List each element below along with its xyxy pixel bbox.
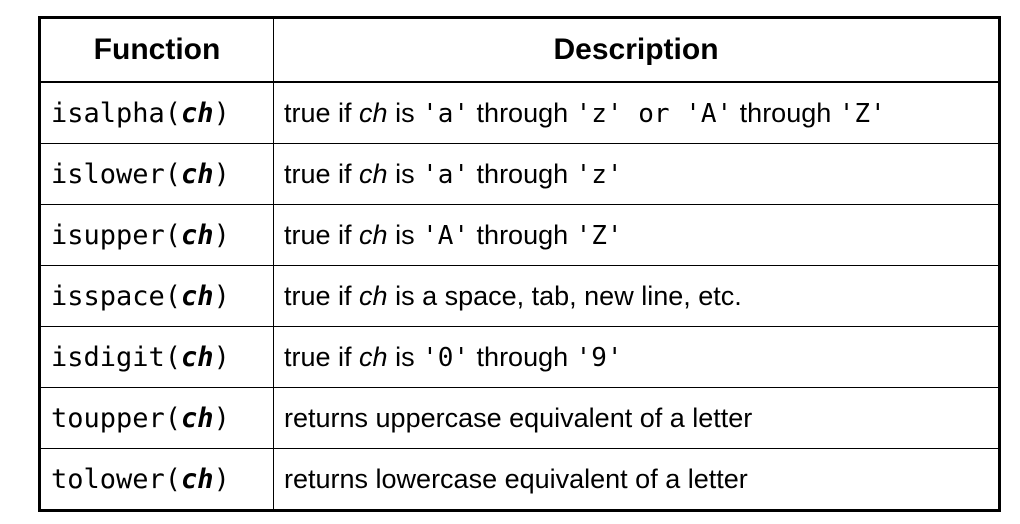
table-row: isdigit(ch) true if ch is '0' through '9… — [39, 326, 1000, 388]
table-body: isalpha(ch) true if ch is 'a' through 'z… — [39, 81, 1000, 511]
code-literal: 'a' — [422, 98, 470, 129]
description-text: true if — [284, 97, 360, 128]
function-close-paren: ) — [213, 463, 230, 495]
description-text: true if — [284, 219, 360, 250]
description-text: returns lowercase equivalent of a letter — [284, 463, 748, 494]
function-close-paren: ) — [213, 402, 230, 434]
description-text: through — [469, 97, 576, 128]
function-cell: toupper(ch) — [39, 387, 274, 449]
code-literal: 'z' or 'A' — [575, 98, 733, 129]
description-text: true if — [284, 280, 360, 311]
description-cell: true if ch is 'a' through 'z' or 'A' thr… — [273, 81, 1000, 144]
table-row: toupper(ch) returns uppercase equivalent… — [39, 387, 1000, 449]
description-cell: returns lowercase equivalent of a letter — [273, 448, 1000, 511]
description-text: through — [469, 219, 576, 250]
header-function: Function — [39, 17, 274, 83]
description-text: through — [469, 158, 576, 189]
function-cell: tolower(ch) — [39, 448, 274, 511]
function-close-paren: ) — [213, 341, 230, 373]
function-name: toupper( — [51, 402, 182, 434]
function-cell: islower(ch) — [39, 143, 274, 205]
code-literal: 'z' — [575, 159, 623, 190]
function-cell: isalpha(ch) — [39, 81, 274, 144]
function-name: isspace( — [51, 280, 182, 312]
function-close-paren: ) — [213, 219, 230, 251]
function-table: Function Description isalpha(ch) true if… — [38, 16, 1001, 512]
code-literal: '9' — [575, 342, 623, 373]
code-literal: 'Z' — [838, 98, 886, 129]
function-close-paren: ) — [213, 97, 230, 129]
description-text: is — [387, 158, 423, 189]
description-text: is a space, tab, new line, etc. — [387, 280, 742, 311]
function-name: tolower( — [51, 463, 182, 495]
description-text: through — [469, 341, 576, 372]
function-arg: ch — [181, 280, 214, 312]
header-description: Description — [273, 17, 1000, 83]
function-name: isupper( — [51, 219, 182, 251]
function-cell: isdigit(ch) — [39, 326, 274, 388]
table-row: tolower(ch) returns lowercase equivalent… — [39, 448, 1000, 511]
function-close-paren: ) — [213, 280, 230, 312]
code-literal: 'Z' — [575, 220, 623, 251]
header-row: Function Description — [39, 17, 1000, 83]
function-close-paren: ) — [213, 158, 230, 190]
code-literal: 'a' — [422, 159, 470, 190]
arg-reference: ch — [359, 280, 388, 311]
function-arg: ch — [181, 158, 214, 190]
function-arg: ch — [181, 341, 214, 373]
function-name: isalpha( — [51, 97, 182, 129]
description-cell: true if ch is a space, tab, new line, et… — [273, 265, 1000, 327]
description-cell: returns uppercase equivalent of a letter — [273, 387, 1000, 449]
function-name: islower( — [51, 158, 182, 190]
description-text: is — [387, 219, 423, 250]
table-row: isspace(ch) true if ch is a space, tab, … — [39, 265, 1000, 327]
description-text: true if — [284, 341, 360, 372]
description-cell: true if ch is 'a' through 'z' — [273, 143, 1000, 205]
description-text: is — [387, 97, 423, 128]
arg-reference: ch — [359, 219, 388, 250]
arg-reference: ch — [359, 158, 388, 189]
function-cell: isspace(ch) — [39, 265, 274, 327]
table-row: isupper(ch) true if ch is 'A' through 'Z… — [39, 204, 1000, 266]
function-name: isdigit( — [51, 341, 182, 373]
arg-reference: ch — [359, 97, 388, 128]
code-literal: '0' — [422, 342, 470, 373]
function-arg: ch — [181, 463, 214, 495]
description-text: through — [732, 97, 839, 128]
description-text: is — [387, 341, 423, 372]
code-literal: 'A' — [422, 220, 470, 251]
function-arg: ch — [181, 97, 214, 129]
function-cell: isupper(ch) — [39, 204, 274, 266]
description-text: returns uppercase equivalent of a letter — [284, 402, 753, 433]
table-row: isalpha(ch) true if ch is 'a' through 'z… — [39, 81, 1000, 144]
description-text: true if — [284, 158, 360, 189]
description-cell: true if ch is '0' through '9' — [273, 326, 1000, 388]
description-cell: true if ch is 'A' through 'Z' — [273, 204, 1000, 266]
function-arg: ch — [181, 402, 214, 434]
table-row: islower(ch) true if ch is 'a' through 'z… — [39, 143, 1000, 205]
arg-reference: ch — [359, 341, 388, 372]
function-arg: ch — [181, 219, 214, 251]
